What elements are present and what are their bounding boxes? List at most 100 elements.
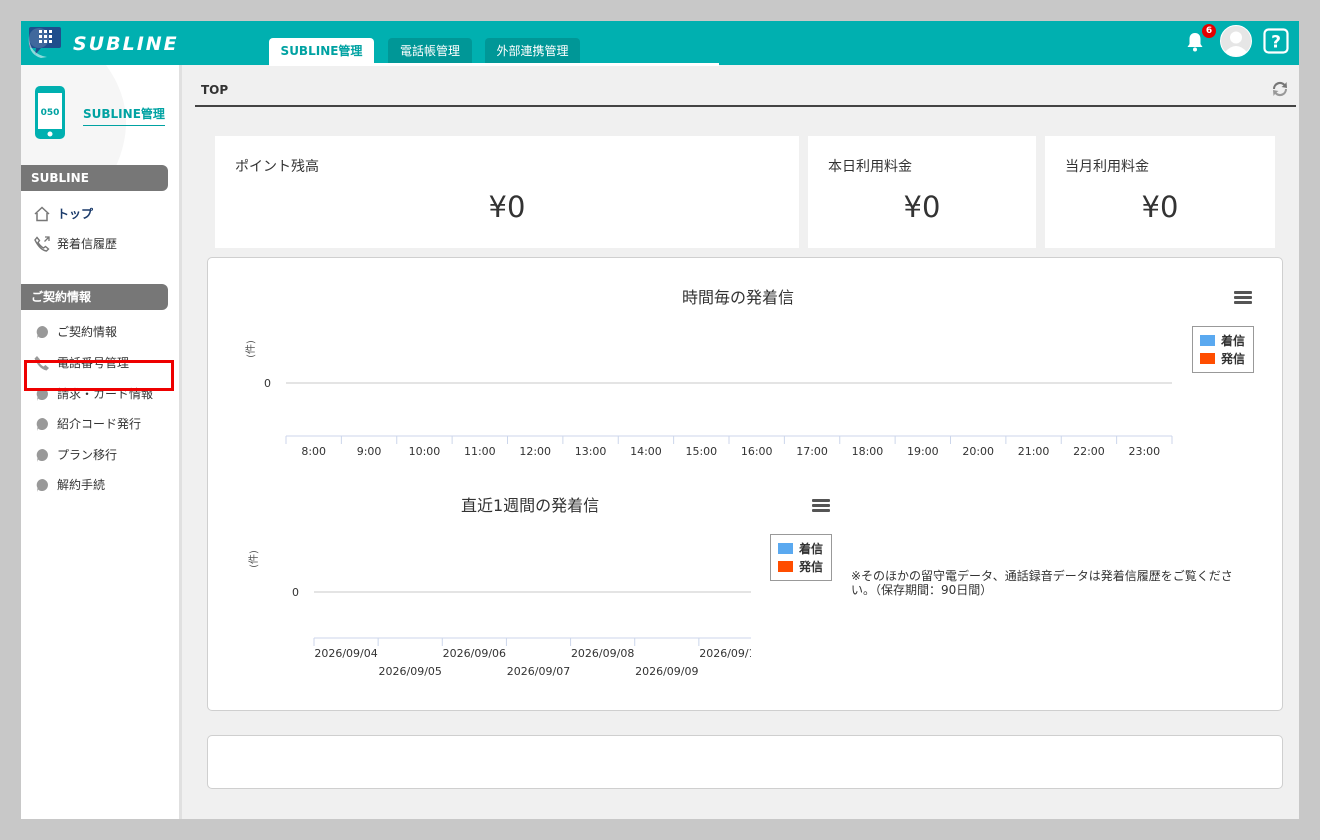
hourly-chart-plot: (件) 0 8:00 9:00 10:00 11:00 12:00 13:00 14:00 15…	[245, 340, 1173, 458]
sidebar-item-plan-change[interactable]: プラン移行	[33, 443, 117, 467]
sidebar-item-label: 紹介コード発行	[57, 417, 142, 431]
legend-swatch	[1200, 352, 1215, 364]
weekly-chart-legend: 着信 発信	[770, 534, 832, 581]
x-tick-label: 2026/09/07	[507, 665, 570, 678]
x-tick-label: 8:00	[301, 445, 326, 458]
x-tick-label: 10:00	[409, 445, 441, 458]
phone-number-prefix: 050	[41, 108, 60, 118]
tab-underline	[269, 63, 719, 66]
breadcrumb-underline	[195, 105, 1296, 107]
bottom-panel	[207, 735, 1283, 789]
x-tick-label: 16:00	[741, 445, 773, 458]
weekly-chart-title: 直近1週間の発着信	[461, 496, 600, 515]
legend-item-incoming[interactable]: 着信	[778, 539, 824, 557]
sidebar-section-subline: SUBLINE	[21, 165, 168, 191]
smartphone-icon: 050	[35, 86, 65, 139]
refresh-icon[interactable]	[1269, 78, 1291, 100]
legend-label: 発信	[799, 559, 824, 574]
weekly-chart-plot: (件) 02026/09/042026/09/052026/09/062026/…	[248, 550, 751, 678]
hourly-chart-legend: 着信 発信	[1192, 326, 1254, 373]
month-usage-card: 当月利用料金 ¥0	[1045, 136, 1275, 248]
tab-phonebook-management[interactable]: 電話帳管理	[388, 38, 472, 64]
hourly-chart-menu-icon[interactable]	[1234, 291, 1252, 305]
tab-external-integration[interactable]: 外部連携管理	[485, 38, 580, 64]
x-tick-label: 2026/09/10	[699, 647, 751, 660]
card-value: ¥0	[488, 190, 526, 224]
x-tick-label: 12:00	[519, 445, 551, 458]
sidebar-title: SUBLINE管理	[83, 105, 165, 126]
x-tick-label: 2026/09/05	[379, 665, 442, 678]
sidebar-item-top[interactable]: トップ	[33, 202, 93, 226]
svg-text:?: ?	[1271, 33, 1281, 53]
top-bar	[21, 21, 1299, 65]
sidebar-item-label: トップ	[57, 207, 94, 221]
y-axis-title: (件)	[248, 550, 260, 568]
retention-note: ※そのほかの留守電データ、通話録音データは発着信履歴をご覧ください。（保存期間：…	[851, 569, 1233, 597]
sidebar-item-label: 発着信履歴	[57, 237, 118, 251]
subline-logo-icon[interactable]	[27, 24, 63, 60]
legend-swatch	[778, 542, 793, 554]
sidebar-item-label: ご契約情報	[57, 325, 118, 339]
bullet-icon	[36, 449, 48, 462]
card-label: ポイント残高	[235, 159, 319, 175]
x-tick-label: 23:00	[1128, 445, 1160, 458]
sidebar-item-contract-info[interactable]: ご契約情報	[33, 320, 117, 344]
y-axis-title: (件)	[245, 340, 257, 358]
sidebar-section-contract: ご契約情報	[21, 284, 168, 310]
x-tick-label: 2026/09/06	[443, 647, 506, 660]
legend-item-outgoing[interactable]: 発信	[778, 557, 824, 575]
card-label: 当月利用料金	[1065, 159, 1149, 175]
brand-name[interactable]: SUBLINE	[73, 33, 179, 55]
breadcrumb: TOP	[201, 83, 229, 97]
sidebar-item-cancellation[interactable]: 解約手続	[33, 473, 105, 497]
x-tick-label: 9:00	[357, 445, 382, 458]
user-avatar-icon[interactable]	[1220, 25, 1252, 57]
card-value: ¥0	[903, 190, 941, 224]
x-tick-label: 15:00	[685, 445, 717, 458]
sidebar: 050 SUBLINE管理 SUBLINE トップ 発着信履歴 ご契約情報 ご契…	[21, 65, 179, 819]
app-window: SUBLINE SUBLINE管理 電話帳管理 外部連携管理 6 ? 050 S…	[21, 21, 1299, 819]
legend-label: 着信	[1221, 333, 1246, 348]
x-tick-label: 21:00	[1018, 445, 1050, 458]
legend-label: 着信	[799, 541, 824, 556]
x-tick-label: 2026/09/04	[314, 647, 377, 660]
bell-icon[interactable]	[1186, 31, 1204, 53]
legend-swatch	[778, 560, 793, 572]
bullet-icon	[36, 326, 48, 339]
card-label: 本日利用料金	[828, 159, 912, 175]
points-balance-card: ポイント残高 ¥0	[215, 136, 799, 248]
question-icon[interactable]: ?	[1263, 28, 1289, 54]
notification-badge: 6	[1202, 24, 1216, 38]
weekly-chart-menu-icon[interactable]	[812, 499, 830, 513]
y-tick-label: 0	[292, 586, 299, 599]
bullet-icon	[36, 479, 48, 492]
x-tick-label: 19:00	[907, 445, 939, 458]
selection-highlight-box	[24, 360, 174, 391]
card-value: ¥0	[1141, 190, 1179, 224]
phone-call-icon	[34, 236, 50, 252]
legend-label: 発信	[1221, 351, 1246, 366]
tab-subline-management[interactable]: SUBLINE管理	[269, 38, 374, 64]
x-tick-label: 11:00	[464, 445, 496, 458]
x-tick-label: 20:00	[962, 445, 994, 458]
x-tick-label: 13:00	[575, 445, 607, 458]
sidebar-item-label: プラン移行	[57, 448, 118, 462]
sidebar-item-call-history[interactable]: 発着信履歴	[33, 232, 117, 256]
x-tick-label: 17:00	[796, 445, 828, 458]
legend-item-incoming[interactable]: 着信	[1200, 331, 1246, 349]
x-tick-label: 2026/09/09	[635, 665, 698, 678]
home-icon	[34, 206, 50, 222]
x-tick-label: 2026/09/08	[571, 647, 634, 660]
sidebar-divider	[179, 65, 182, 819]
legend-item-outgoing[interactable]: 発信	[1200, 349, 1246, 367]
x-tick-label: 14:00	[630, 445, 662, 458]
y-tick-label: 0	[264, 377, 271, 390]
legend-swatch	[1200, 334, 1215, 346]
x-tick-label: 22:00	[1073, 445, 1105, 458]
today-usage-card: 本日利用料金 ¥0	[808, 136, 1036, 248]
x-tick-label: 18:00	[852, 445, 884, 458]
bullet-icon	[36, 418, 48, 431]
sidebar-item-referral-code[interactable]: 紹介コード発行	[33, 412, 141, 436]
sidebar-item-label: 解約手続	[57, 478, 106, 492]
hourly-chart-title: 時間毎の発着信	[682, 288, 795, 307]
